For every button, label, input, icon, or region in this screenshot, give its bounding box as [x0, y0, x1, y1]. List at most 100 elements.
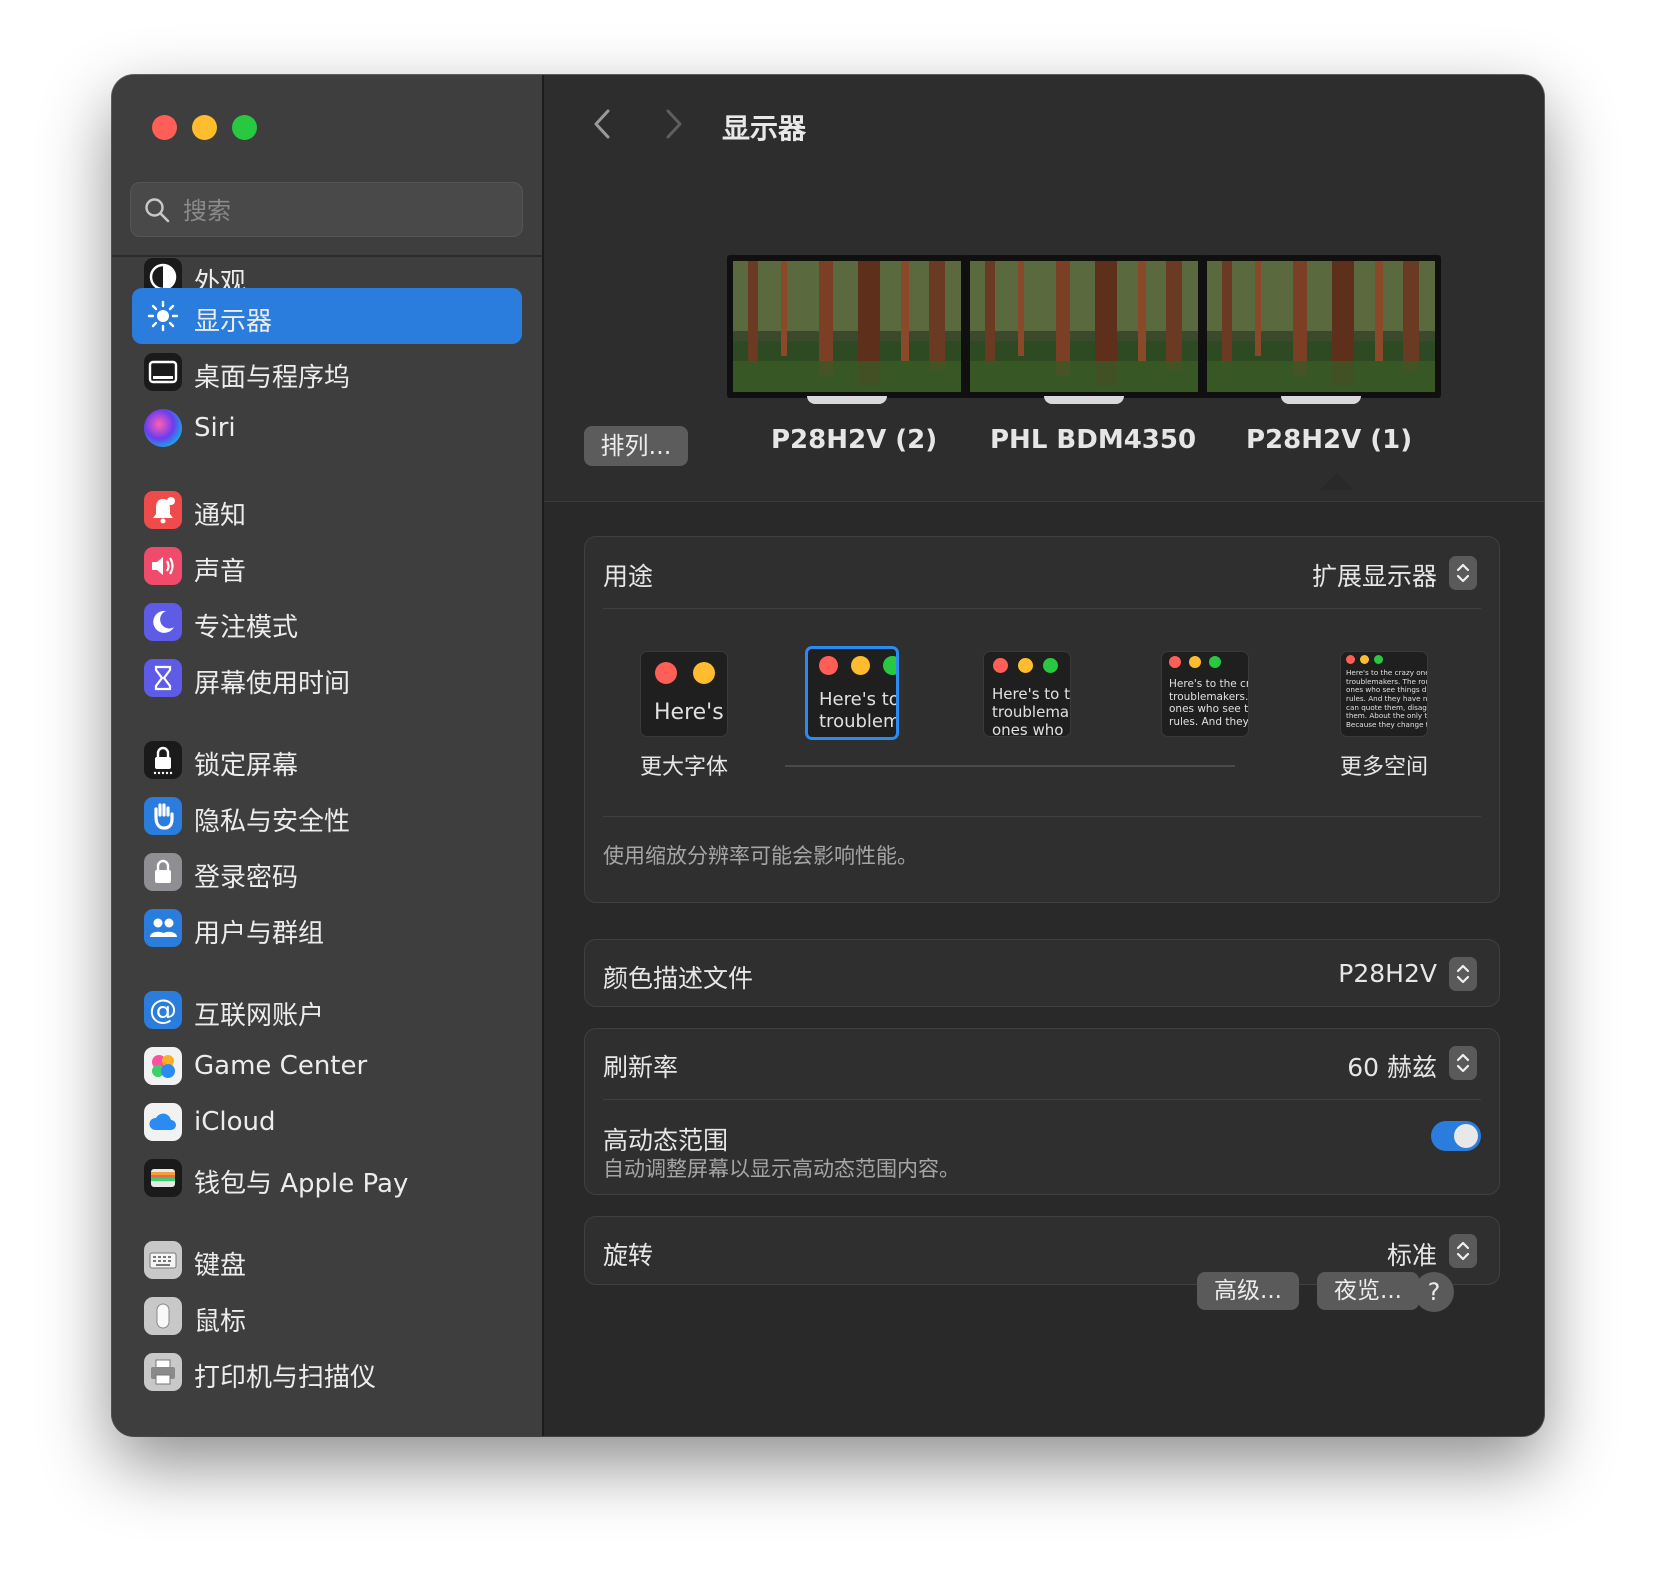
sidebar-item-focus[interactable]: 专注模式 [132, 594, 522, 650]
monitor-stand [807, 396, 887, 404]
scale-slider-track[interactable] [785, 765, 1235, 767]
help-button[interactable]: ? [1414, 1272, 1454, 1312]
rotation-label: 旋转 [603, 1241, 654, 1270]
users-icon [144, 909, 182, 947]
monitor-1[interactable] [727, 255, 967, 405]
sidebar-item-displays[interactable]: 显示器 [132, 288, 522, 344]
monitor-bezel [964, 255, 1204, 398]
hdr-toggle[interactable] [1431, 1121, 1481, 1151]
padlock-icon [144, 853, 182, 891]
sidebar-item-label: 打印机与扫描仪 [194, 1363, 377, 1393]
usage-value[interactable]: 扩展显示器 [1312, 557, 1437, 593]
sidebar-item-internet-accounts[interactable]: @ 互联网账户 [132, 982, 522, 1038]
scale-preview-2[interactable]: Here's to troublem [805, 646, 899, 740]
monitor-label-2[interactable]: PHL BDM4350 [990, 425, 1196, 455]
yellow-dot [851, 656, 870, 675]
yellow-dot [693, 662, 715, 684]
printer-icon [144, 1353, 182, 1391]
rotation-value[interactable]: 标准 [1387, 1236, 1437, 1272]
forest-wallpaper [970, 261, 1198, 392]
yellow-dot [1018, 658, 1033, 673]
monitor-2[interactable] [964, 255, 1204, 405]
monitor-label-1[interactable]: P28H2V (2) [771, 425, 937, 455]
usage-label: 用途 [603, 562, 654, 591]
sidebar-item-privacy-security[interactable]: 隐私与安全性 [132, 788, 522, 844]
scale-preview-3[interactable]: Here's to t troublema ones who [983, 651, 1071, 737]
sun-icon [144, 297, 182, 335]
sidebar-item-label: 锁定屏幕 [194, 751, 299, 781]
night-shift-button[interactable]: 夜览... [1317, 1272, 1419, 1310]
preview-text: Here's to the crazy one troublemakers. T… [1346, 668, 1428, 729]
sidebar-item-sound[interactable]: 声音 [132, 538, 522, 594]
minimize-window-button[interactable] [192, 115, 217, 140]
preview-text: Here's to troublem [819, 689, 899, 732]
sidebar-item-label: 登录密码 [194, 863, 299, 893]
sidebar-item-label: 互联网账户 [194, 1001, 325, 1031]
sidebar-item-game-center[interactable]: Game Center [132, 1038, 522, 1094]
selected-monitor-indicator [1320, 473, 1354, 490]
monitor-label-3[interactable]: P28H2V (1) [1246, 425, 1412, 455]
sidebar-item-login-password[interactable]: 登录密码 [132, 844, 522, 900]
sidebar-item-keyboard[interactable]: 键盘 [132, 1232, 522, 1288]
sidebar-item-printers-scanners[interactable]: 打印机与扫描仪 [132, 1344, 522, 1400]
monitor-3[interactable] [1201, 255, 1441, 405]
forest-wallpaper [1207, 261, 1435, 392]
refresh-hdr-card: 刷新率 60 赫兹 高动态范围 自动调整屏幕以显示高动态范围内容。 [584, 1028, 1500, 1195]
red-dot [1169, 656, 1181, 668]
game-center-icon [144, 1047, 182, 1085]
arrange-button[interactable]: 排列... [584, 426, 688, 466]
up-down-chevron-icon [1456, 1053, 1470, 1073]
close-window-button[interactable] [152, 115, 177, 140]
yellow-dot [1360, 655, 1369, 664]
forward-chevron-icon[interactable] [659, 107, 687, 141]
sidebar-item-icloud[interactable]: iCloud [132, 1094, 522, 1150]
sidebar-item-label: 专注模式 [194, 613, 299, 643]
usage-stepper[interactable] [1449, 556, 1477, 590]
advanced-button[interactable]: 高级... [1197, 1272, 1299, 1310]
color-profile-stepper[interactable] [1449, 957, 1477, 991]
monitor-bezel [1201, 255, 1441, 398]
sidebar-item-mouse[interactable]: 鼠标 [132, 1288, 522, 1344]
monitor-stand [1044, 396, 1124, 404]
sidebar-item-wallet[interactable]: 钱包与 Apple Pay [132, 1150, 522, 1206]
scale-preview-1[interactable]: Here's [640, 651, 728, 737]
monitor-stand [1281, 396, 1361, 404]
refresh-rate-value[interactable]: 60 赫兹 [1347, 1048, 1437, 1084]
scale-label-more-space: 更多空间 [1340, 755, 1429, 780]
preview-text: Here's to t troublema ones who [992, 685, 1070, 737]
hand-icon [144, 797, 182, 835]
scale-preview-4[interactable]: Here's to the cr troublemakers. ones who… [1161, 651, 1249, 737]
sidebar-item-label: iCloud [194, 1107, 276, 1137]
search-input[interactable] [181, 192, 505, 230]
page-title: 显示器 [722, 112, 807, 145]
sidebar-item-screen-time[interactable]: 屏幕使用时间 [132, 650, 522, 706]
green-dot [1374, 655, 1383, 664]
back-chevron-icon[interactable] [589, 107, 617, 141]
dock-icon [144, 353, 182, 391]
main-pane: 显示器 排列... P28H2V (2) PHL BDM4350 P28H2V … [544, 75, 1544, 1436]
preview-text: Here's to the cr troublemakers. ones who… [1169, 678, 1249, 728]
sidebar-item-label: 键盘 [194, 1251, 247, 1281]
hourglass-icon [144, 659, 182, 697]
scale-preview-5[interactable]: Here's to the crazy one troublemakers. T… [1340, 651, 1428, 737]
scale-label-larger-text: 更大字体 [640, 755, 729, 780]
maximize-window-button[interactable] [232, 115, 257, 140]
sidebar-item-desktop-dock[interactable]: 桌面与程序坞 [132, 344, 522, 400]
sidebar-item-siri[interactable]: Siri [132, 400, 522, 456]
rotation-stepper[interactable] [1449, 1234, 1477, 1268]
siri-icon [144, 409, 182, 447]
sidebar-item-lock-screen[interactable]: 锁定屏幕 [132, 732, 522, 788]
up-down-chevron-icon [1456, 1241, 1470, 1261]
sidebar-item-notifications[interactable]: 通知 [132, 482, 522, 538]
usage-card: 用途 扩展显示器 Here's Here's to troublem Here'… [584, 536, 1500, 903]
color-profile-value[interactable]: P28H2V [1338, 959, 1437, 988]
cloud-icon [144, 1103, 182, 1141]
color-profile-card: 颜色描述文件 P28H2V [584, 939, 1500, 1007]
display-arrangement-area: 显示器 排列... P28H2V (2) PHL BDM4350 P28H2V … [544, 75, 1544, 502]
performance-note: 使用缩放分辨率可能会影响性能。 [603, 844, 918, 868]
sidebar-item-label: 用户与群组 [194, 919, 325, 949]
sidebar-item-users-groups[interactable]: 用户与群组 [132, 900, 522, 956]
red-dot [819, 656, 838, 675]
search-field[interactable] [130, 182, 523, 237]
refresh-rate-stepper[interactable] [1449, 1046, 1477, 1080]
